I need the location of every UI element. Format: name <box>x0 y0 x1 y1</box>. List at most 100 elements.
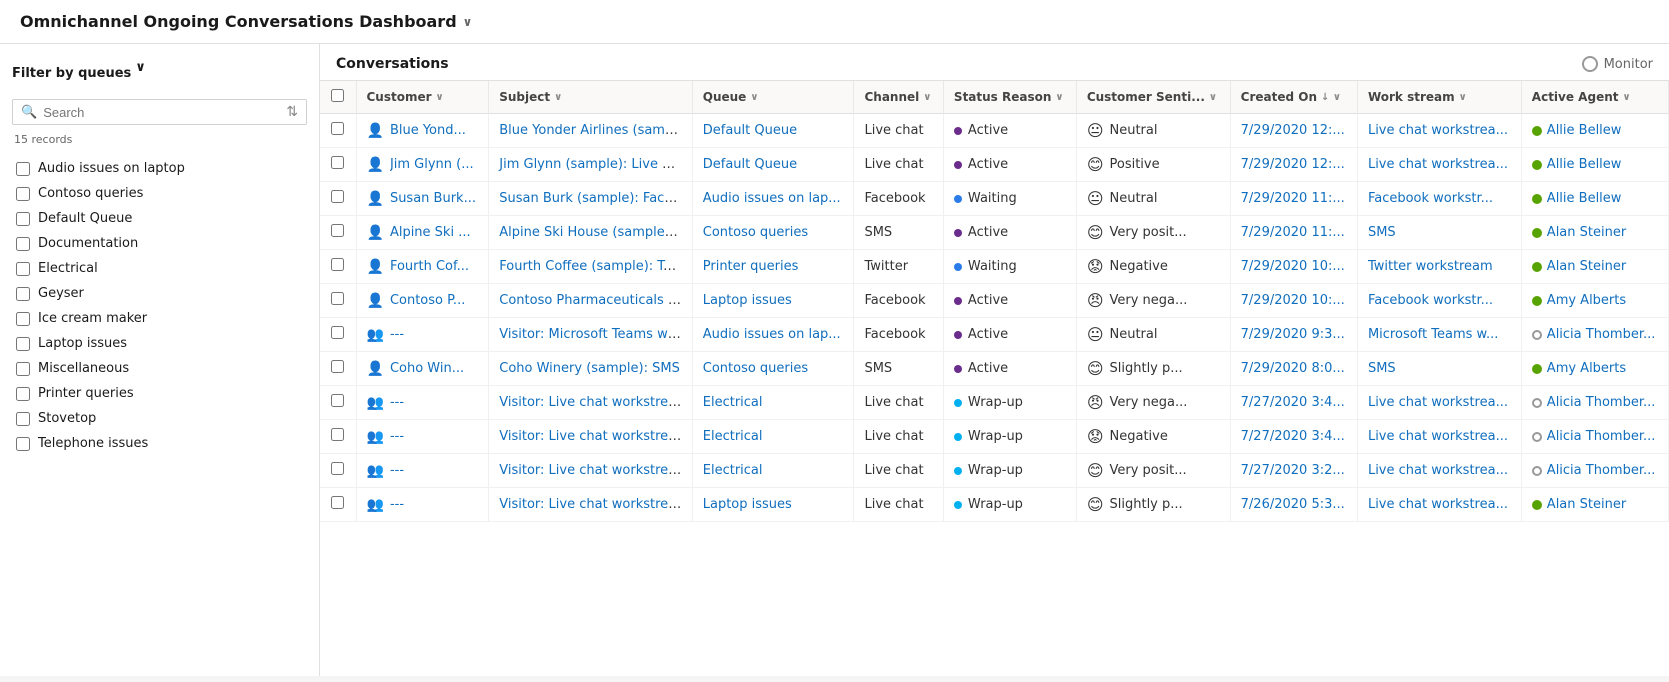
customer-name[interactable]: Susan Burk... <box>390 191 476 206</box>
row-checkbox[interactable] <box>331 190 344 203</box>
subject-link[interactable]: Fourth Coffee (sample): Twitter wor... <box>499 259 692 274</box>
subject-cell[interactable]: Contoso Pharmaceuticals (sample):... <box>489 284 693 318</box>
created-link[interactable]: 7/27/2020 3:2... <box>1241 463 1345 478</box>
customer-cell[interactable]: 👥 --- <box>356 488 489 522</box>
workstream-cell[interactable]: Facebook workstr... <box>1357 284 1521 318</box>
customer-name[interactable]: Alpine Ski ... <box>390 225 471 240</box>
workstream-link[interactable]: Live chat workstrea... <box>1368 123 1508 138</box>
agent-name[interactable]: Alicia Thomber... <box>1547 327 1656 342</box>
th-work-stream[interactable]: Work stream ∨ <box>1357 81 1521 114</box>
created-link[interactable]: 7/29/2020 11:... <box>1241 191 1345 206</box>
filter-header[interactable]: Filter by queues ∨ <box>12 60 307 87</box>
row-checkbox[interactable] <box>331 224 344 237</box>
row-checkbox[interactable] <box>331 326 344 339</box>
sidebar-item-stovetop[interactable]: Stovetop <box>12 406 307 431</box>
created-on-cell[interactable]: 7/27/2020 3:4... <box>1230 386 1357 420</box>
queue-link[interactable]: Electrical <box>703 463 763 478</box>
queue-link[interactable]: Contoso queries <box>703 361 808 376</box>
sidebar-item-geyser[interactable]: Geyser <box>12 281 307 306</box>
created-link[interactable]: 7/27/2020 3:4... <box>1241 395 1345 410</box>
customer-cell[interactable]: 👥 --- <box>356 420 489 454</box>
workstream-link[interactable]: Live chat workstrea... <box>1368 463 1508 478</box>
workstream-cell[interactable]: Live chat workstrea... <box>1357 148 1521 182</box>
agent-cell[interactable]: Alan Steiner <box>1521 250 1668 284</box>
row-checkbox-cell[interactable] <box>320 182 356 216</box>
created-link[interactable]: 7/27/2020 3:4... <box>1241 429 1345 444</box>
sidebar-item-audio[interactable]: Audio issues on laptop <box>12 156 307 181</box>
sidebar-item-misc[interactable]: Miscellaneous <box>12 356 307 381</box>
customer-name[interactable]: Blue Yond... <box>390 123 466 138</box>
row-checkbox-cell[interactable] <box>320 148 356 182</box>
subject-cell[interactable]: Alpine Ski House (sample): SMS <box>489 216 693 250</box>
subject-link[interactable]: Contoso Pharmaceuticals (sample):... <box>499 293 692 308</box>
queue-link[interactable]: Audio issues on lap... <box>703 327 841 342</box>
row-checkbox[interactable] <box>331 122 344 135</box>
created-on-cell[interactable]: 7/29/2020 11:... <box>1230 216 1357 250</box>
th-checkbox[interactable] <box>320 81 356 114</box>
workstream-link[interactable]: SMS <box>1368 225 1396 240</box>
th-subject[interactable]: Subject ∨ <box>489 81 693 114</box>
agent-name[interactable]: Alicia Thomber... <box>1547 429 1656 444</box>
customer-name[interactable]: Jim Glynn (... <box>390 157 474 172</box>
subject-link[interactable]: Blue Yonder Airlines (sample): Live c... <box>499 123 692 138</box>
workstream-cell[interactable]: Twitter workstream <box>1357 250 1521 284</box>
subject-link[interactable]: Coho Winery (sample): SMS <box>499 361 680 376</box>
queue-link[interactable]: Laptop issues <box>703 497 792 512</box>
customer-cell[interactable]: 👤 Contoso P... <box>356 284 489 318</box>
subject-link[interactable]: Jim Glynn (sample): Live chat works... <box>499 157 692 172</box>
workstream-link[interactable]: Facebook workstr... <box>1368 293 1493 308</box>
customer-name[interactable]: --- <box>390 429 404 444</box>
row-checkbox[interactable] <box>331 156 344 169</box>
queue-checkbox-telephone[interactable] <box>16 437 30 451</box>
customer-cell[interactable]: 👤 Susan Burk... <box>356 182 489 216</box>
agent-name[interactable]: Amy Alberts <box>1547 293 1626 308</box>
queue-checkbox-contoso[interactable] <box>16 187 30 201</box>
customer-cell[interactable]: 👤 Coho Win... <box>356 352 489 386</box>
agent-cell[interactable]: Alan Steiner <box>1521 488 1668 522</box>
queue-link[interactable]: Default Queue <box>703 157 797 172</box>
agent-name[interactable]: Allie Bellew <box>1547 157 1622 172</box>
row-checkbox[interactable] <box>331 394 344 407</box>
row-checkbox-cell[interactable] <box>320 352 356 386</box>
created-on-cell[interactable]: 7/27/2020 3:2... <box>1230 454 1357 488</box>
row-checkbox[interactable] <box>331 496 344 509</box>
row-checkbox-cell[interactable] <box>320 216 356 250</box>
sidebar-item-icecream[interactable]: Ice cream maker <box>12 306 307 331</box>
created-link[interactable]: 7/29/2020 8:0... <box>1241 361 1345 376</box>
queue-cell[interactable]: Contoso queries <box>692 352 854 386</box>
queue-checkbox-geyser[interactable] <box>16 287 30 301</box>
customer-cell[interactable]: 👥 --- <box>356 454 489 488</box>
th-created-on[interactable]: Created On ↓ ∨ <box>1230 81 1357 114</box>
customer-name[interactable]: --- <box>390 327 404 342</box>
sidebar-item-contoso[interactable]: Contoso queries <box>12 181 307 206</box>
workstream-link[interactable]: Facebook workstr... <box>1368 191 1493 206</box>
workstream-cell[interactable]: SMS <box>1357 216 1521 250</box>
workstream-cell[interactable]: Microsoft Teams w... <box>1357 318 1521 352</box>
queue-link[interactable]: Default Queue <box>703 123 797 138</box>
created-link[interactable]: 7/26/2020 5:3... <box>1241 497 1345 512</box>
row-checkbox-cell[interactable] <box>320 318 356 352</box>
workstream-link[interactable]: Live chat workstrea... <box>1368 395 1508 410</box>
row-checkbox-cell[interactable] <box>320 420 356 454</box>
row-checkbox[interactable] <box>331 462 344 475</box>
app-title[interactable]: Omnichannel Ongoing Conversations Dashbo… <box>20 12 472 31</box>
subject-link[interactable]: Visitor: Live chat workstream <box>499 429 689 444</box>
queue-cell[interactable]: Laptop issues <box>692 284 854 318</box>
row-checkbox-cell[interactable] <box>320 488 356 522</box>
sidebar-item-laptop[interactable]: Laptop issues <box>12 331 307 356</box>
subject-cell[interactable]: Blue Yonder Airlines (sample): Live c... <box>489 114 693 148</box>
created-on-cell[interactable]: 7/29/2020 12:... <box>1230 148 1357 182</box>
agent-name[interactable]: Alicia Thomber... <box>1547 463 1656 478</box>
monitor-button[interactable]: Monitor <box>1582 56 1653 72</box>
agent-name[interactable]: Alan Steiner <box>1547 225 1626 240</box>
agent-cell[interactable]: Allie Bellew <box>1521 182 1668 216</box>
queue-checkbox-icecream[interactable] <box>16 312 30 326</box>
queue-cell[interactable]: Audio issues on lap... <box>692 182 854 216</box>
subject-cell[interactable]: Visitor: Live chat workstream <box>489 488 693 522</box>
created-link[interactable]: 7/29/2020 12:... <box>1241 123 1345 138</box>
row-checkbox-cell[interactable] <box>320 454 356 488</box>
select-all-checkbox[interactable] <box>331 89 344 102</box>
subject-cell[interactable]: Fourth Coffee (sample): Twitter wor... <box>489 250 693 284</box>
subject-cell[interactable]: Visitor: Microsoft Teams workstrea... <box>489 318 693 352</box>
agent-cell[interactable]: Alan Steiner <box>1521 216 1668 250</box>
